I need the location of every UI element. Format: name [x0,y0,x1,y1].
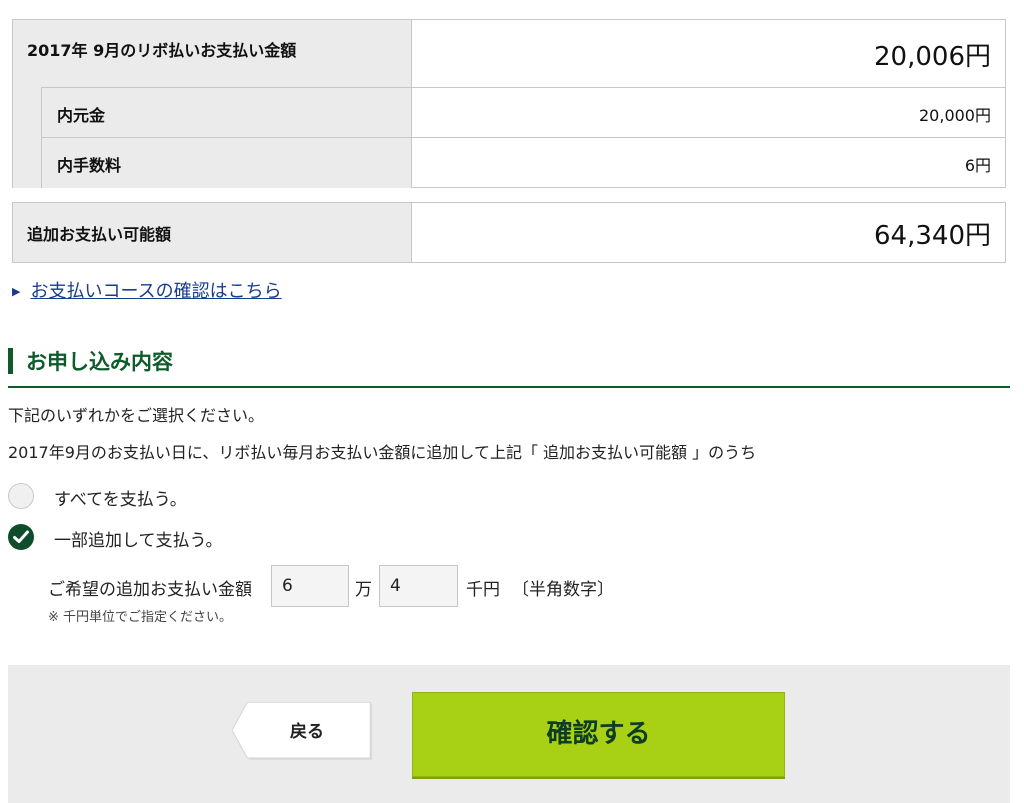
fee-value: 6円 [964,156,991,175]
confirm-button[interactable]: 確認する [412,692,785,777]
radio-pay-all[interactable] [8,483,34,509]
course-link-row: ▶ お支払いコースの確認はこちら [12,277,282,303]
amount-note: ※ 千円単位でご指定ください。 [48,610,233,625]
amount-sen-input[interactable] [379,565,458,607]
revo-total: 20,006円 [874,42,991,72]
section-title: お申し込み内容 [26,350,173,374]
halfwidth-hint: 〔半角数字〕 [512,580,614,600]
radio-pay-partial[interactable] [8,524,34,550]
amount-man-input[interactable] [271,565,349,607]
sen-unit: 千円 [466,580,500,600]
additional-value: 64,340円 [874,221,991,251]
course-link[interactable]: お支払いコースの確認はこちら [30,281,281,302]
revo-table-indent [13,87,41,188]
radio-pay-partial-label[interactable]: 一部追加して支払う。 [54,526,222,551]
amount-label: ご希望の追加お支払い金額 [48,580,252,600]
section-bar-icon [8,348,13,374]
additional-payable-table: 追加お支払い可能額 64,340円 [12,202,1006,263]
description-text: 2017年9月のお支払い日に、リボ払い毎月お支払い金額に追加して上記「 追加お支… [8,443,757,462]
triangle-right-icon: ▶ [12,285,21,298]
principal-value: 20,000円 [919,106,991,125]
back-button[interactable]: 戻る [232,702,376,762]
instruction-text: 下記のいずれかをご選択ください。 [8,406,265,425]
fee-label: 内手数料 [57,156,122,175]
back-button-label[interactable]: 戻る [232,702,382,762]
section-divider [8,386,1010,388]
revo-title: 2017年 9月のリボ払いお支払い金額 [27,41,297,60]
radio-pay-all-label[interactable]: すべてを支払う。 [54,485,187,510]
check-icon [13,530,29,543]
man-unit: 万 [355,580,372,600]
additional-label: 追加お支払い可能額 [27,225,172,244]
revo-payment-table: 2017年 9月のリボ払いお支払い金額 20,006円 内元金 20,000円 … [12,19,1006,188]
principal-label: 内元金 [57,106,106,125]
